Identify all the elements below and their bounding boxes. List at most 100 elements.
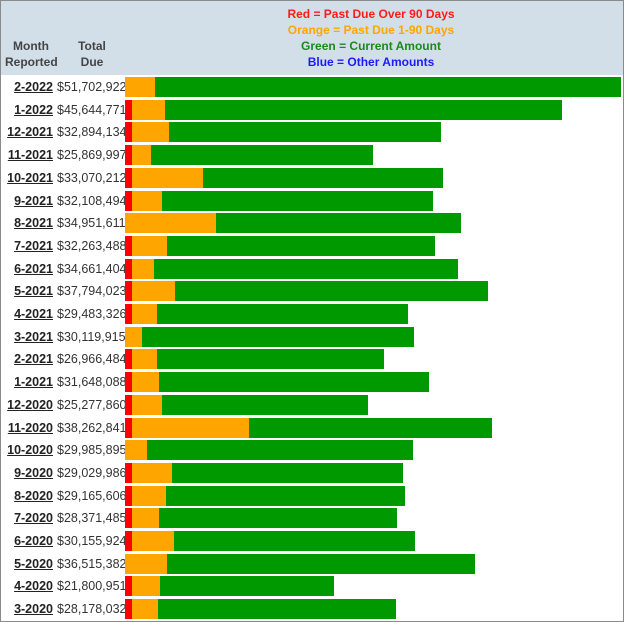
bar-segment-past-due-1-90-days[interactable] <box>131 576 161 597</box>
month-link[interactable]: 1-2022 <box>1 99 53 121</box>
bar-segment-current-amount[interactable] <box>154 77 621 97</box>
bar-segment-past-due-1-90-days[interactable] <box>125 326 143 347</box>
total-due-label: $38,262,841 <box>57 420 127 435</box>
total-due-label: $34,951,611 <box>57 216 126 231</box>
bar-segment-past-due-1-90-days[interactable] <box>131 99 166 120</box>
bar-segment-past-due-over-90-days[interactable] <box>125 122 132 143</box>
month-link[interactable]: 7-2020 <box>1 507 53 529</box>
month-link[interactable]: 1-2021 <box>1 371 53 393</box>
month-link[interactable]: 2-2021 <box>1 348 53 370</box>
bar-segment-past-due-over-90-days[interactable] <box>125 508 132 529</box>
bar-segment-past-due-1-90-days[interactable] <box>131 122 170 143</box>
bar-segment-past-due-1-90-days[interactable] <box>131 145 151 166</box>
bar-segment-past-due-over-90-days[interactable] <box>125 531 132 551</box>
bar-segment-past-due-1-90-days[interactable] <box>131 281 175 302</box>
bar-segment-past-due-1-90-days[interactable] <box>131 190 163 211</box>
bar-segment-past-due-over-90-days[interactable] <box>125 485 132 506</box>
month-link[interactable]: 12-2020 <box>1 394 53 416</box>
bar-segment-past-due-1-90-days[interactable] <box>125 77 155 97</box>
bar-segment-past-due-1-90-days[interactable] <box>131 372 159 393</box>
total-due-label: $28,371,485 <box>57 511 127 526</box>
month-link[interactable]: 11-2021 <box>1 144 53 166</box>
bar-segment-past-due-over-90-days[interactable] <box>125 394 132 415</box>
bar-segment-current-amount[interactable] <box>167 553 476 574</box>
bar-segment-past-due-1-90-days[interactable] <box>125 213 217 234</box>
total-due-label: $32,263,488 <box>57 238 127 253</box>
bar-segment-past-due-over-90-days[interactable] <box>125 599 132 620</box>
month-link[interactable]: 5-2021 <box>1 280 53 302</box>
month-link[interactable]: 6-2021 <box>1 258 53 280</box>
bar-segment-past-due-over-90-days[interactable] <box>125 190 132 211</box>
bar-segment-current-amount[interactable] <box>157 599 396 620</box>
bar-segment-current-amount[interactable] <box>150 145 374 166</box>
month-column-header: Month Reported <box>5 38 58 70</box>
bar-segment-past-due-over-90-days[interactable] <box>125 349 132 370</box>
bar-segment-current-amount[interactable] <box>153 258 458 279</box>
bar-segment-past-due-1-90-days[interactable] <box>131 304 157 324</box>
bar-segment-past-due-1-90-days[interactable] <box>131 258 154 279</box>
bar-segment-current-amount[interactable] <box>169 122 441 143</box>
bar-segment-past-due-over-90-days[interactable] <box>125 145 132 166</box>
month-link[interactable]: 8-2021 <box>1 212 53 234</box>
bar-segment-past-due-1-90-days[interactable] <box>131 485 167 506</box>
bar-segment-past-due-over-90-days[interactable] <box>125 372 132 393</box>
bar-segment-current-amount[interactable] <box>158 372 430 393</box>
bar-segment-past-due-1-90-days[interactable] <box>131 599 158 620</box>
month-link[interactable]: 5-2020 <box>1 553 53 575</box>
bar-segment-current-amount[interactable] <box>162 394 368 415</box>
bar-segment-current-amount[interactable] <box>160 576 335 597</box>
month-link[interactable]: 4-2020 <box>1 575 53 597</box>
month-link[interactable]: 11-2020 <box>1 417 53 439</box>
bar-segment-current-amount[interactable] <box>174 281 488 302</box>
bar-segment-current-amount[interactable] <box>202 167 443 188</box>
month-link[interactable]: 4-2021 <box>1 303 53 325</box>
chart-row: 8-2020 $29,165,606 <box>1 485 623 507</box>
bar-segment-past-due-over-90-days[interactable] <box>125 417 132 438</box>
chart-row: 11-2020 $38,262,841 <box>1 417 623 439</box>
bar-segment-past-due-over-90-days[interactable] <box>125 167 132 188</box>
bar-segment-past-due-over-90-days[interactable] <box>125 258 132 279</box>
month-link[interactable]: 9-2020 <box>1 462 53 484</box>
bar-segment-current-amount[interactable] <box>158 508 398 529</box>
bar-segment-current-amount[interactable] <box>167 235 435 256</box>
bar-segment-past-due-1-90-days[interactable] <box>131 417 249 438</box>
bar-segment-current-amount[interactable] <box>156 304 408 324</box>
bar-segment-current-amount[interactable] <box>166 485 406 506</box>
bar-segment-past-due-over-90-days[interactable] <box>125 235 132 256</box>
month-link[interactable]: 9-2021 <box>1 190 53 212</box>
month-link[interactable]: 10-2021 <box>1 167 53 189</box>
bar-segment-past-due-1-90-days[interactable] <box>131 508 159 529</box>
bar-segment-current-amount[interactable] <box>147 440 413 461</box>
bar-segment-current-amount[interactable] <box>156 349 385 370</box>
bar-segment-past-due-1-90-days[interactable] <box>125 440 148 461</box>
bar-segment-current-amount[interactable] <box>248 417 493 438</box>
bar-segment-current-amount[interactable] <box>172 462 404 483</box>
month-link[interactable]: 8-2020 <box>1 485 53 507</box>
month-link[interactable]: 12-2021 <box>1 121 53 143</box>
chart-row: 6-2020 $30,155,924 <box>1 530 623 552</box>
bar-segment-current-amount[interactable] <box>173 531 415 551</box>
month-link[interactable]: 2-2022 <box>1 76 53 98</box>
month-link[interactable]: 3-2021 <box>1 326 53 348</box>
bar-segment-past-due-1-90-days[interactable] <box>131 167 203 188</box>
bar-segment-past-due-1-90-days[interactable] <box>131 462 172 483</box>
month-link[interactable]: 7-2021 <box>1 235 53 257</box>
bar-segment-past-due-1-90-days[interactable] <box>131 394 163 415</box>
month-link[interactable]: 6-2020 <box>1 530 53 552</box>
bar-segment-past-due-over-90-days[interactable] <box>125 99 132 120</box>
bar-segment-current-amount[interactable] <box>165 99 563 120</box>
bar-segment-past-due-1-90-days[interactable] <box>131 531 174 551</box>
bar-segment-past-due-1-90-days[interactable] <box>125 553 168 574</box>
bar-segment-past-due-1-90-days[interactable] <box>131 235 168 256</box>
bar-segment-past-due-1-90-days[interactable] <box>131 349 157 370</box>
month-link[interactable]: 10-2020 <box>1 439 53 461</box>
bar-segment-past-due-over-90-days[interactable] <box>125 462 132 483</box>
bar-segment-past-due-over-90-days[interactable] <box>125 304 132 324</box>
bar-segment-past-due-over-90-days[interactable] <box>125 576 132 597</box>
total-due-label: $28,178,032 <box>57 602 127 617</box>
bar-segment-current-amount[interactable] <box>162 190 433 211</box>
bar-segment-current-amount[interactable] <box>216 213 461 234</box>
bar-segment-past-due-over-90-days[interactable] <box>125 281 132 302</box>
month-link[interactable]: 3-2020 <box>1 598 53 620</box>
bar-segment-current-amount[interactable] <box>142 326 414 347</box>
